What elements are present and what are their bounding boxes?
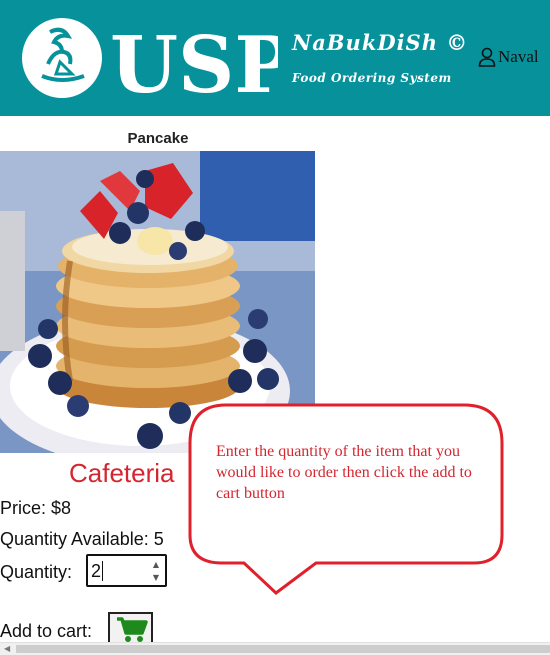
tooltip-text: Enter the quantity of the item that you … — [216, 443, 472, 502]
logo-text: USP — [110, 20, 278, 102]
cafeteria-label: Cafeteria — [69, 458, 175, 488]
user-name: Naval — [498, 47, 539, 66]
decrement-arrow-icon[interactable]: ▼ — [149, 571, 163, 584]
quantity-stepper[interactable]: 2 ▲ ▼ — [86, 554, 167, 587]
horizontal-scrollbar[interactable]: ◀ — [0, 642, 550, 655]
text-caret — [102, 561, 103, 581]
add-to-cart-button[interactable] — [108, 612, 153, 646]
shopping-cart-icon — [117, 617, 148, 642]
brand-subtitle: Food Ordering System — [292, 71, 452, 85]
quantity-label: Quantity: — [0, 562, 73, 582]
price-label: Price: $8 — [0, 498, 72, 518]
quantity-spinner[interactable]: ▲ ▼ — [149, 558, 163, 584]
user-icon — [478, 47, 496, 67]
brand-title: NaBukDiSh © — [292, 30, 469, 55]
usp-logo-icon[interactable]: USP — [20, 14, 278, 102]
quantity-available-label: Quantity Available: 5 — [0, 529, 164, 549]
user-menu[interactable]: Naval — [478, 47, 539, 67]
quantity-value: 2 — [91, 561, 102, 581]
increment-arrow-icon[interactable]: ▲ — [149, 558, 163, 571]
site-header: USP NaBukDiSh © Food Ordering System Nav… — [0, 0, 550, 116]
scroll-left-arrow-icon[interactable]: ◀ — [4, 643, 10, 655]
item-name: Pancake — [127, 130, 189, 147]
add-to-cart-label: Add to cart: — [0, 621, 93, 641]
scrollbar-thumb[interactable] — [16, 645, 550, 653]
